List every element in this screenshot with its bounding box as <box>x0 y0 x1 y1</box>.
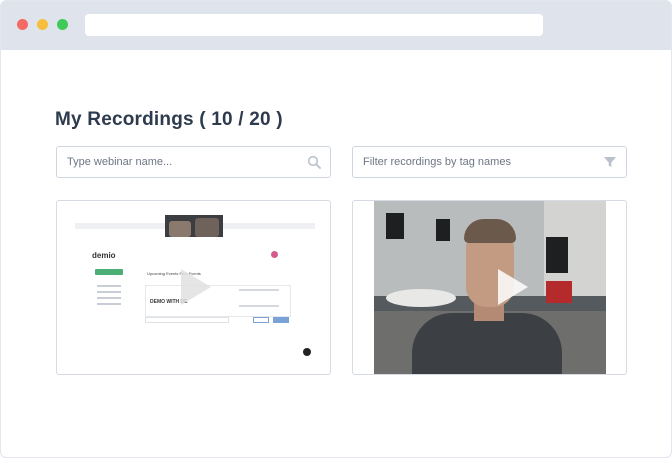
thumbnail-nav-item <box>97 297 121 299</box>
thumbnail-presenter <box>464 219 516 243</box>
thumbnail-link-field <box>145 317 229 323</box>
thumbnail-poster <box>546 237 568 273</box>
close-window-button[interactable] <box>17 19 28 30</box>
thumbnail-chair <box>546 281 572 303</box>
thumbnail-app-logo: demio <box>92 251 116 260</box>
chat-icon <box>303 348 311 356</box>
thumbnail-presenter <box>169 221 191 237</box>
search-placeholder: Type webinar name... <box>67 156 173 168</box>
thumbnail-poster <box>436 219 450 241</box>
thumbnail-nav-item <box>97 303 121 305</box>
recording-thumbnail <box>374 201 606 374</box>
minimize-window-button[interactable] <box>37 19 48 30</box>
recording-card[interactable]: demio Upcoming Events Past Events DEMO W… <box>56 200 331 375</box>
filter-icon[interactable] <box>603 155 617 169</box>
thumbnail-webcam-overlay <box>165 215 223 237</box>
recording-card[interactable] <box>352 200 627 375</box>
play-icon[interactable] <box>181 269 211 305</box>
address-bar[interactable] <box>85 14 543 36</box>
browser-window: My Recordings ( 10 / 20 ) Type webinar n… <box>0 0 672 458</box>
thumbnail-poster <box>386 213 404 239</box>
thumbnail-table <box>386 289 456 307</box>
search-icon[interactable] <box>307 155 321 169</box>
thumbnail-avatar <box>271 251 278 258</box>
play-icon[interactable] <box>498 269 528 305</box>
search-input[interactable]: Type webinar name... <box>56 146 331 178</box>
thumbnail-nav-item <box>97 285 121 287</box>
thumbnail-stat-line <box>239 289 279 291</box>
thumbnail-stat-line <box>239 305 279 307</box>
thumbnail-button <box>273 317 289 323</box>
thumbnail-presenter <box>412 313 562 374</box>
thumbnail-add-button <box>95 269 123 275</box>
thumbnail-presenter <box>195 218 219 237</box>
maximize-window-button[interactable] <box>57 19 68 30</box>
thumbnail-button <box>253 317 269 323</box>
thumbnail-nav-item <box>97 291 121 293</box>
browser-toolbar <box>1 1 671 50</box>
tag-filter-input[interactable]: Filter recordings by tag names <box>352 146 627 178</box>
tag-filter-placeholder: Filter recordings by tag names <box>363 156 511 168</box>
page-title: My Recordings ( 10 / 20 ) <box>55 109 283 130</box>
